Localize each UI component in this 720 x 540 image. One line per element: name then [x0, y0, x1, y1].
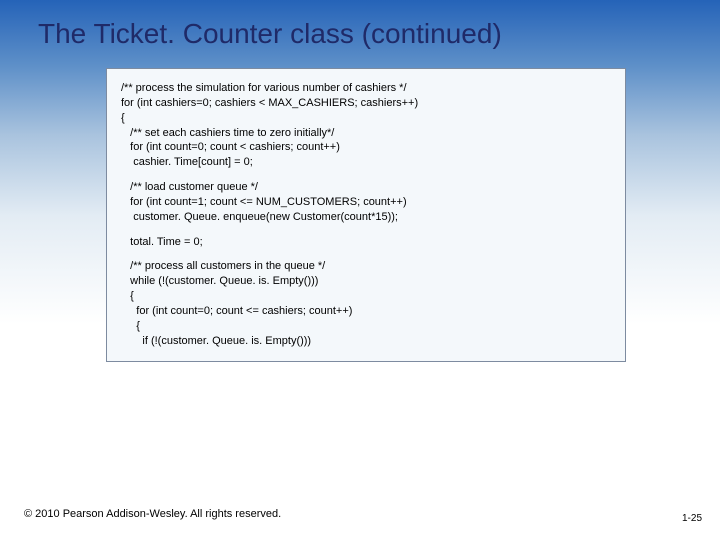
- code-paragraph-4: /** process all customers in the queue *…: [121, 259, 611, 348]
- slide-title: The Ticket. Counter class (continued): [0, 0, 720, 50]
- code-paragraph-2: /** load customer queue */ for (int coun…: [121, 180, 611, 225]
- code-paragraph-3: total. Time = 0;: [121, 235, 611, 250]
- code-paragraph-1: /** process the simulation for various n…: [121, 81, 611, 170]
- copyright-notice: © 2010 Pearson Addison-Wesley. All right…: [24, 508, 281, 520]
- page-number: 1-25: [682, 513, 702, 524]
- code-panel: /** process the simulation for various n…: [106, 68, 626, 362]
